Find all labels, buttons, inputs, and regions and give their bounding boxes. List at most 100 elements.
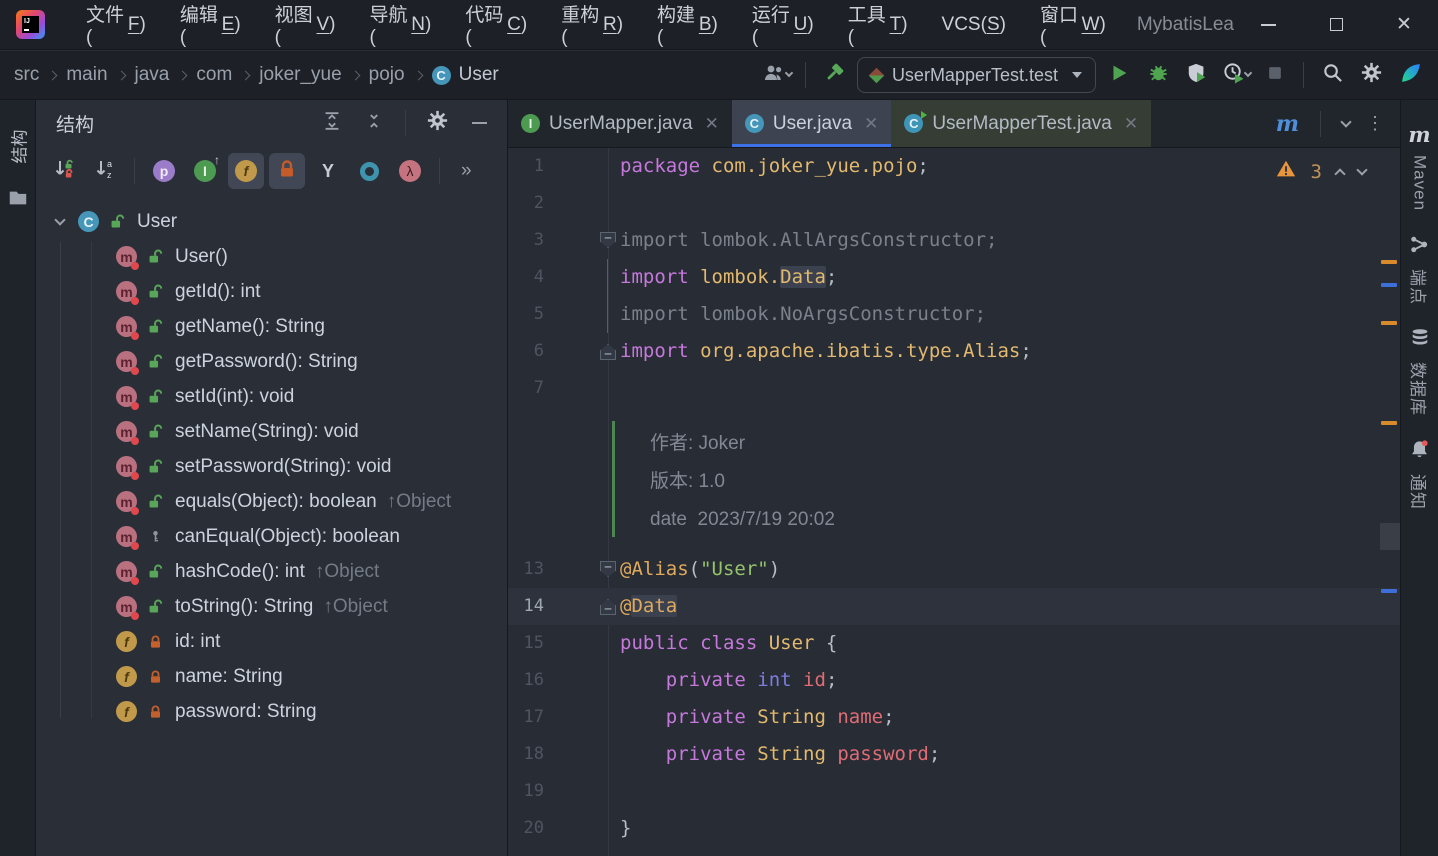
menu-item-5[interactable]: 重构(R) [544, 0, 640, 50]
chevron-down-icon[interactable] [1340, 116, 1351, 127]
minimize-button[interactable] [1234, 0, 1302, 50]
menu-item-0[interactable]: 文件(F) [69, 0, 163, 50]
editor-tab-User.java[interactable]: CUser.java✕ [732, 100, 891, 147]
info-stripe-mark[interactable] [1381, 283, 1397, 287]
fold-marker[interactable]: − [600, 232, 616, 248]
tree-item-setPassword-String-void[interactable]: msetPassword(String): void [36, 449, 507, 484]
menu-item-1[interactable]: 编辑(E) [163, 0, 258, 50]
warning-stripe-mark[interactable] [1381, 421, 1397, 425]
code-line-7[interactable]: 7 [508, 370, 1400, 407]
code-editor[interactable]: 3 1package com.joker_yue.pojo;23−import … [508, 148, 1400, 856]
tree-item-equals-Object-boolean[interactable]: mequals(Object): boolean↑Object [36, 484, 507, 519]
stop-button[interactable] [1259, 59, 1291, 91]
plugin-badge-button[interactable] [1394, 59, 1426, 91]
code-line-14[interactable]: 14−@Data [508, 588, 1400, 625]
code-line-20[interactable]: 20} [508, 810, 1400, 847]
fold-marker[interactable]: − [600, 561, 616, 577]
code-line-18[interactable]: 18 private String password; [508, 736, 1400, 773]
run-configuration-select[interactable]: UserMapperTest.test [857, 57, 1096, 93]
tool-window-button-数据库[interactable]: 数据库 [1407, 327, 1432, 416]
tree-item-User[interactable]: CUser [36, 204, 507, 239]
chevron-down-icon[interactable] [1356, 164, 1367, 175]
menu-item-4[interactable]: 代码(C) [448, 0, 544, 50]
chevron-down-icon[interactable] [50, 212, 70, 232]
maximize-button[interactable] [1302, 0, 1370, 50]
search-everywhere-button[interactable] [1316, 59, 1348, 91]
menu-item-8[interactable]: 工具(T) [831, 0, 925, 50]
tree-item-User-[interactable]: mUser() [36, 239, 507, 274]
run-button[interactable] [1103, 59, 1135, 91]
band-stripe-mark[interactable] [1380, 523, 1400, 550]
code-line-19[interactable]: 19 [508, 773, 1400, 810]
code-line-15[interactable]: 15public class User { [508, 625, 1400, 662]
tool-window-button-通知[interactable]: 通知 [1407, 438, 1432, 510]
warning-stripe-mark[interactable] [1381, 321, 1397, 325]
project-tool-window-button[interactable] [7, 187, 29, 214]
close-button[interactable]: ✕ [1370, 0, 1438, 50]
tree-item-setName-String-void[interactable]: msetName(String): void [36, 414, 507, 449]
warning-stripe-mark[interactable] [1381, 260, 1397, 264]
tree-item-password-String[interactable]: fpassword: String [36, 694, 507, 729]
tree-item-hashCode-int[interactable]: mhashCode(): int↑Object [36, 554, 507, 589]
editor-tab-UserMapper.java[interactable]: IUserMapper.java✕ [508, 100, 732, 147]
breadcrumb-item-com[interactable]: com [196, 64, 232, 86]
code-line-17[interactable]: 17 private String name; [508, 699, 1400, 736]
group-methods-toggle[interactable]: Y [310, 153, 346, 189]
show-interfaces-toggle[interactable] [351, 153, 387, 189]
breadcrumb-class[interactable]: CUser [432, 64, 499, 86]
menu-item-9[interactable]: VCS(S) [925, 0, 1023, 50]
menu-item-3[interactable]: 导航(N) [353, 0, 449, 50]
code-line-13[interactable]: 13−@Alias("User") [508, 551, 1400, 588]
code-line-3[interactable]: 3−import lombok.AllArgsConstructor; [508, 222, 1400, 259]
code-line-1[interactable]: 1package com.joker_yue.pojo; [508, 148, 1400, 185]
show-non-public-toggle[interactable] [269, 153, 305, 189]
tool-window-button-Maven[interactable]: mMaven [1408, 122, 1430, 211]
build-button[interactable] [818, 59, 850, 91]
tree-item-getName-String[interactable]: mgetName(): String [36, 309, 507, 344]
tree-item-getId-int[interactable]: mgetId(): int [36, 274, 507, 309]
menu-item-10[interactable]: 窗口(W) [1023, 0, 1123, 50]
show-inherited-toggle[interactable]: I↑ [187, 153, 223, 189]
collapse-all-button[interactable] [358, 107, 390, 139]
tab-close-icon[interactable]: ✕ [864, 114, 878, 134]
sort-by-visibility-toggle[interactable] [46, 153, 82, 189]
tree-item-getPassword-String[interactable]: mgetPassword(): String [36, 344, 507, 379]
fold-marker[interactable]: − [600, 344, 616, 360]
menu-item-2[interactable]: 视图(V) [258, 0, 353, 50]
structure-tool-window-tab[interactable]: 结构 [5, 130, 30, 164]
tree-item-name-String[interactable]: fname: String [36, 659, 507, 694]
fold-marker[interactable]: − [600, 599, 616, 615]
sort-alphabetically-toggle[interactable]: az [87, 153, 123, 189]
code-line-4[interactable]: 4import lombok.Data; [508, 259, 1400, 296]
coverage-button[interactable] [1181, 59, 1213, 91]
code-line-16[interactable]: 16 private int id; [508, 662, 1400, 699]
tool-window-button-端点[interactable]: 端点 [1407, 233, 1432, 305]
code-line-2[interactable]: 2 [508, 185, 1400, 222]
tree-item-canEqual-Object-boolean[interactable]: mcanEqual(Object): boolean [36, 519, 507, 554]
structure-settings-button[interactable] [421, 107, 453, 139]
tree-item-id-int[interactable]: fid: int [36, 624, 507, 659]
tree-item-toString-String[interactable]: mtoString(): String↑Object [36, 589, 507, 624]
breadcrumb-item-main[interactable]: main [66, 64, 107, 86]
expand-all-button[interactable] [316, 107, 348, 139]
profile-button[interactable] [761, 59, 793, 91]
debug-button[interactable] [1142, 59, 1174, 91]
code-line-6[interactable]: 6−import org.apache.ibatis.type.Alias; [508, 333, 1400, 370]
show-properties-toggle[interactable]: p [146, 153, 182, 189]
info-stripe-mark[interactable] [1381, 589, 1397, 593]
kebab-menu-icon[interactable]: ⋮ [1366, 119, 1384, 129]
show-fields-toggle[interactable]: f [228, 153, 264, 189]
breadcrumb-item-pojo[interactable]: pojo [369, 64, 405, 86]
settings-button[interactable] [1355, 59, 1387, 91]
breadcrumb-item-java[interactable]: java [135, 64, 170, 86]
menu-item-7[interactable]: 运行(U) [735, 0, 831, 50]
tree-item-setId-int-void[interactable]: msetId(int): void [36, 379, 507, 414]
profiler-button[interactable] [1220, 59, 1252, 91]
tab-close-icon[interactable]: ✕ [705, 114, 719, 134]
more-actions-button[interactable]: » [461, 160, 472, 182]
chevron-up-icon[interactable] [1334, 168, 1345, 179]
breadcrumb-item-src[interactable]: src [14, 64, 39, 86]
show-lambdas-toggle[interactable]: λ [392, 153, 428, 189]
tab-close-icon[interactable]: ✕ [1124, 114, 1138, 134]
code-line-5[interactable]: 5import lombok.NoArgsConstructor; [508, 296, 1400, 333]
